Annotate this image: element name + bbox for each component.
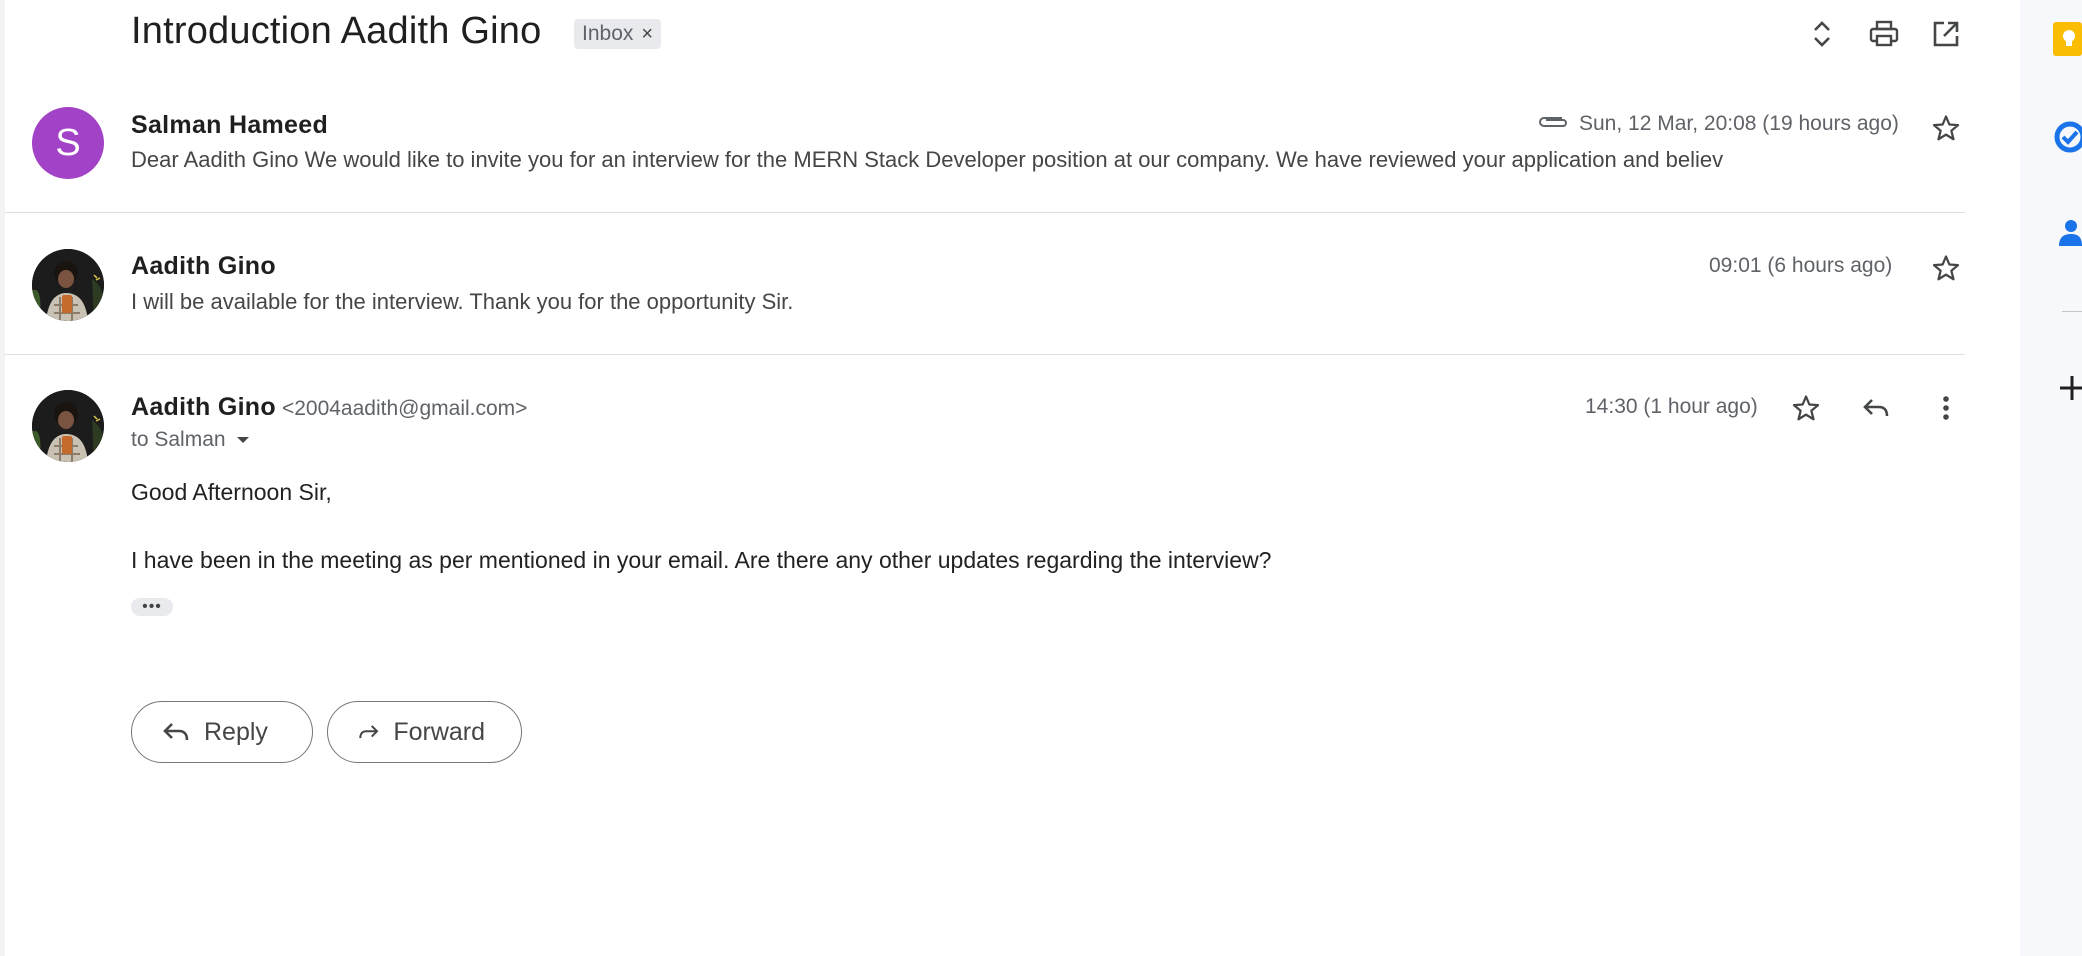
reply-icon <box>163 723 189 741</box>
star-icon[interactable] <box>1788 390 1824 426</box>
message-sender[interactable]: Aadith Gino <box>131 252 276 281</box>
forward-button[interactable]: Forward <box>327 701 522 763</box>
message-time: Sun, 12 Mar, 20:08 (19 hours ago) <box>1579 112 1899 135</box>
show-details-dropdown-icon[interactable] <box>236 435 250 445</box>
star-icon[interactable] <box>1928 250 1964 286</box>
add-addon-icon[interactable] <box>2058 374 2082 402</box>
left-edge <box>0 0 5 956</box>
contacts-icon[interactable] <box>2053 216 2082 250</box>
email-greeting: Good Afternoon Sir, <box>131 479 332 505</box>
remove-label-icon[interactable]: × <box>641 23 653 46</box>
side-panel <box>2020 0 2082 956</box>
message-divider <box>5 212 1965 213</box>
show-trimmed-content-button[interactable]: ••• <box>131 598 173 616</box>
inbox-label-chip: Inbox × <box>574 19 662 49</box>
label-text: Inbox <box>582 22 634 45</box>
message-snippet[interactable]: I will be available for the interview. T… <box>131 289 793 315</box>
sender-name[interactable]: Aadith Gino <box>131 393 276 421</box>
message-sender[interactable]: Salman Hameed <box>131 111 328 140</box>
avatar-aadith[interactable] <box>32 390 104 462</box>
thread-subject: Introduction Aadith Gino <box>131 10 542 52</box>
message-snippet[interactable]: Dear Aadith Gino We would like to invite… <box>131 147 1723 173</box>
forward-icon <box>359 725 379 739</box>
recipients-line[interactable]: to Salman <box>131 428 250 452</box>
reply-icon[interactable] <box>1858 390 1894 426</box>
message-time: 14:30 (1 hour ago) <box>1585 395 1758 418</box>
open-in-new-window-icon[interactable] <box>1928 16 1964 52</box>
star-icon[interactable] <box>1928 110 1964 146</box>
recipients-text: to Salman <box>131 428 226 451</box>
sender-email: <2004aadith@gmail.com> <box>281 397 528 420</box>
attachment-icon <box>1536 112 1568 130</box>
side-panel-divider <box>2062 311 2082 312</box>
tasks-icon[interactable] <box>2053 120 2082 154</box>
email-thread-view: Introduction Aadith Gino Inbox × S Salma… <box>0 0 2020 956</box>
avatar-salman[interactable]: S <box>32 107 104 179</box>
open-message-sender[interactable]: Aadith Gino <2004aadith@gmail.com> <box>131 393 527 422</box>
message-time: 09:01 (6 hours ago) <box>1709 254 1893 277</box>
expand-collapse-icon[interactable] <box>1804 16 1840 52</box>
reply-button[interactable]: Reply <box>131 701 313 763</box>
reply-label: Reply <box>204 717 268 746</box>
message-divider <box>5 354 1965 355</box>
forward-label: Forward <box>393 717 485 746</box>
print-icon[interactable] <box>1866 16 1902 52</box>
keep-icon[interactable] <box>2053 22 2082 56</box>
avatar-aadith[interactable] <box>32 249 104 321</box>
more-options-icon[interactable] <box>1928 390 1964 426</box>
email-body: I have been in the meeting as per mentio… <box>131 547 1272 573</box>
